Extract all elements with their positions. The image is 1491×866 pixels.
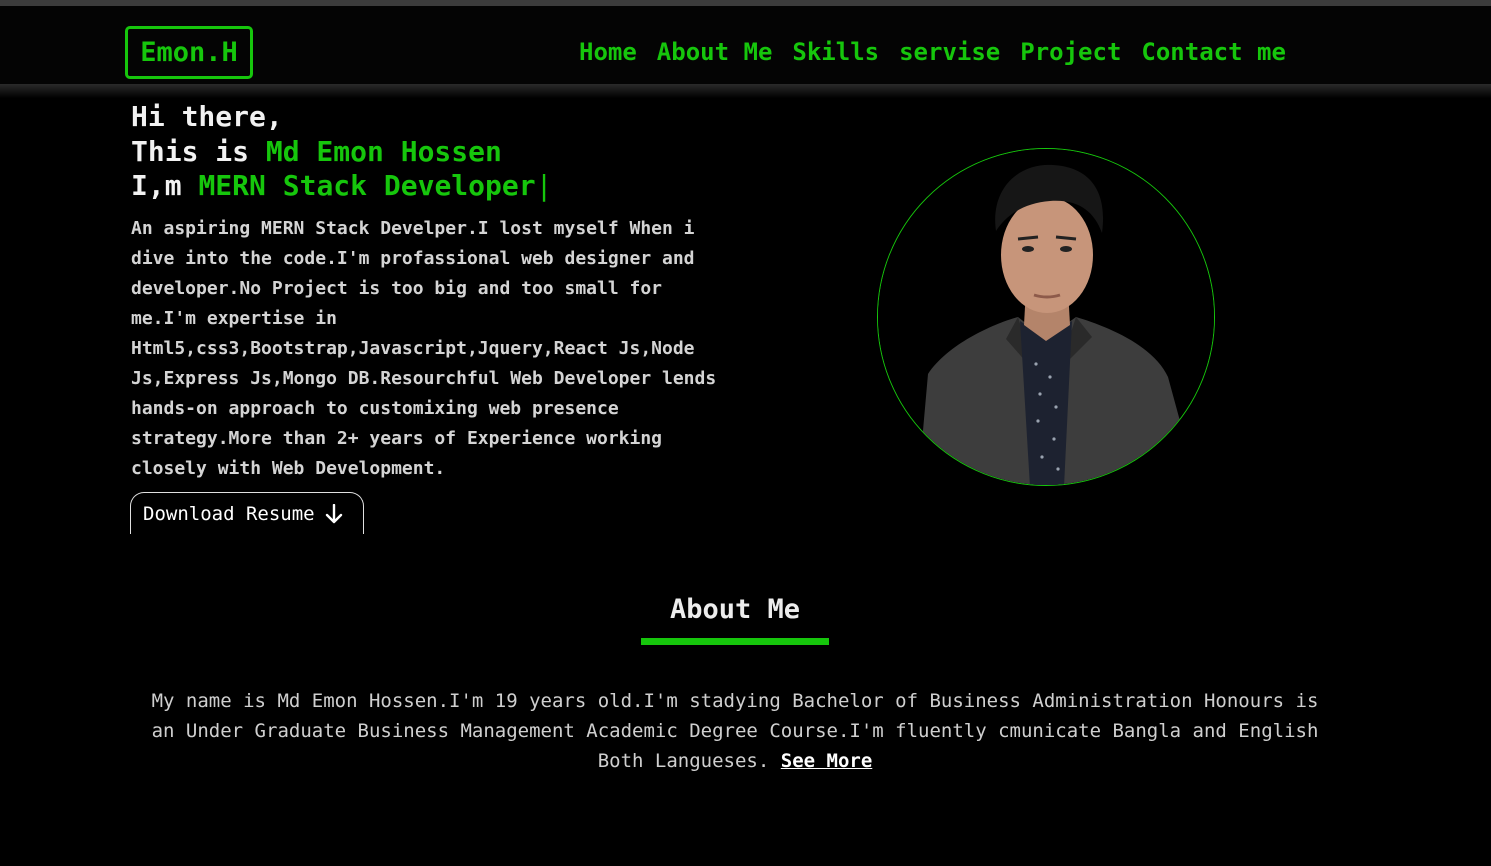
nav-service[interactable]: servise <box>899 38 1000 66</box>
hero-section: Hi there, This is Md Emon Hossen I,m MER… <box>131 100 731 484</box>
nav-home[interactable]: Home <box>579 38 637 66</box>
typing-cursor: | <box>535 169 553 202</box>
arrow-down-icon <box>325 503 343 524</box>
about-me-paragraph: My name is Md Emon Hossen.I'm 19 years o… <box>135 686 1335 776</box>
role-line: I,m MERN Stack Developer| <box>131 169 731 204</box>
name-prefix: This is <box>131 134 266 168</box>
nav-project[interactable]: Project <box>1020 38 1121 66</box>
profile-photo <box>877 148 1215 486</box>
see-more-link[interactable]: See More <box>781 750 873 772</box>
hero-name: Md Emon Hossen <box>265 134 502 168</box>
hero-intro: An aspiring MERN Stack Develper.I lost m… <box>131 217 717 479</box>
greeting-line: Hi there, <box>131 100 283 133</box>
download-resume-button[interactable]: Download Resume <box>130 492 364 534</box>
about-me-heading: About Me <box>669 594 801 625</box>
main-nav: Home About Me Skills servise Project Con… <box>579 34 1286 70</box>
nav-contact-me[interactable]: Contact me <box>1141 38 1286 66</box>
about-me-text: My name is Md Emon Hossen.I'm 19 years o… <box>151 690 1319 772</box>
site-logo[interactable]: Emon.H <box>125 26 253 79</box>
role-prefix: I,m <box>131 169 199 202</box>
hero-role: MERN Stack Developer <box>198 169 536 202</box>
name-line: This is Md Emon Hossen <box>131 135 731 170</box>
nav-skills[interactable]: Skills <box>792 38 879 66</box>
about-me-underline <box>641 638 829 645</box>
nav-about-me[interactable]: About Me <box>657 38 773 66</box>
download-resume-label: Download Resume <box>143 502 315 525</box>
navbar: Emon.H Home About Me Skills servise Proj… <box>0 6 1491 86</box>
navbar-shadow <box>0 84 1491 98</box>
